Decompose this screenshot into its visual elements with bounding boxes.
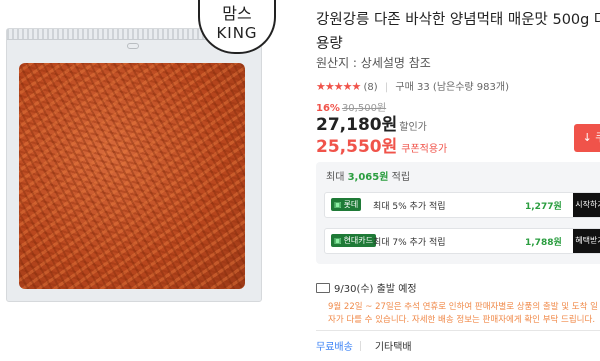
other-courier-tab[interactable]: 기타택배 [375, 342, 412, 353]
card-badge-label: 롯데 [343, 200, 359, 209]
points-box: 최대 3,065원 적립 ▣롯데 최대 5% 추가 적립 1,277원 시작하기… [316, 162, 600, 264]
rating-divider: | [384, 82, 389, 93]
shipping-section: 9/30(수) 출발 예정 9월 22일 ~ 27일은 추석 연휴로 인하여 판… [316, 280, 600, 327]
shipping-method-tabs: 무료배송 기타택배 [316, 338, 412, 353]
card-badge: ▣ 롯데 [331, 198, 362, 211]
coupon-price-label: 쿠폰적용가 [401, 144, 448, 155]
points-title: 최대 3,065원 적립 [326, 168, 410, 183]
card-benefit-points: 1,788원 [525, 238, 562, 248]
coupon-price: 25,550원 [316, 137, 398, 157]
coupon-button-label: 쿠 [595, 131, 600, 144]
coupon-download-button[interactable]: ↓ 쿠 [574, 124, 600, 152]
points-max-value: 3,065원 [347, 172, 389, 183]
section-divider [316, 330, 600, 331]
card-benefit-desc: 최대 7% 추가 적립 [373, 238, 446, 248]
shipping-date: 9/30(수) 출발 예정 [334, 284, 417, 295]
product-title: 강원강릉 다존 바삭한 양념먹태 매운맛 500g 대용량 [316, 12, 600, 52]
purchase-count: 구매 33 [395, 82, 430, 93]
shipping-date-row: 9/30(수) 출발 예정 [316, 280, 600, 295]
bag-hang-hole [127, 43, 139, 49]
card-icon: ▣ [334, 200, 342, 209]
shipping-notice: 9월 22일 ~ 27일은 추석 연휴로 인하여 판매자별로 상품의 출발 및 … [328, 302, 598, 325]
card-icon: ▣ [334, 236, 342, 245]
rating-stars[interactable]: ★★★★★ [316, 80, 361, 93]
card-badge: ▣ 현대카드 [331, 234, 377, 247]
rating-row: ★★★★★ (8) | 구매 33 (남은수량 983개) [316, 78, 509, 93]
seasoned-pollack-contents [19, 63, 245, 289]
brand-logo-line1: 맘스 [222, 4, 252, 23]
truck-icon [316, 283, 330, 293]
coupon-price-row: 25,550원 쿠폰적용가 [316, 132, 447, 157]
card-start-button[interactable]: 시작하기 [573, 193, 600, 217]
tab-separator [359, 341, 361, 351]
free-shipping-tab[interactable]: 무료배송 [316, 342, 353, 353]
product-image: 맘스 KING [0, 0, 296, 320]
product-bag-image [6, 28, 262, 302]
review-count[interactable]: (8) [364, 82, 378, 93]
card-benefit-row: ▣롯데 최대 5% 추가 적립 1,277원 시작하기 [324, 192, 600, 218]
points-title-prefix: 최대 [326, 172, 348, 183]
card-benefit-row: ▣현대카드 최대 7% 추가 적립 1,788원 혜택받기 [324, 228, 600, 254]
card-benefit-desc: 최대 5% 추가 적립 [373, 202, 446, 212]
brand-logo-line2: KING [216, 24, 258, 42]
card-badge-label: 현대카드 [343, 236, 374, 245]
points-title-suffix: 적립 [388, 172, 411, 183]
product-info-panel: 강원강릉 다존 바삭한 양념먹태 매운맛 500g 대용량 원산지 : 상세설명… [316, 0, 600, 361]
remaining-stock: (남은수량 983개) [432, 82, 509, 93]
product-origin: 원산지 : 상세설명 참조 [316, 56, 431, 70]
card-benefit-button[interactable]: 혜택받기 [573, 229, 600, 253]
card-benefit-points: 1,277원 [525, 202, 562, 212]
